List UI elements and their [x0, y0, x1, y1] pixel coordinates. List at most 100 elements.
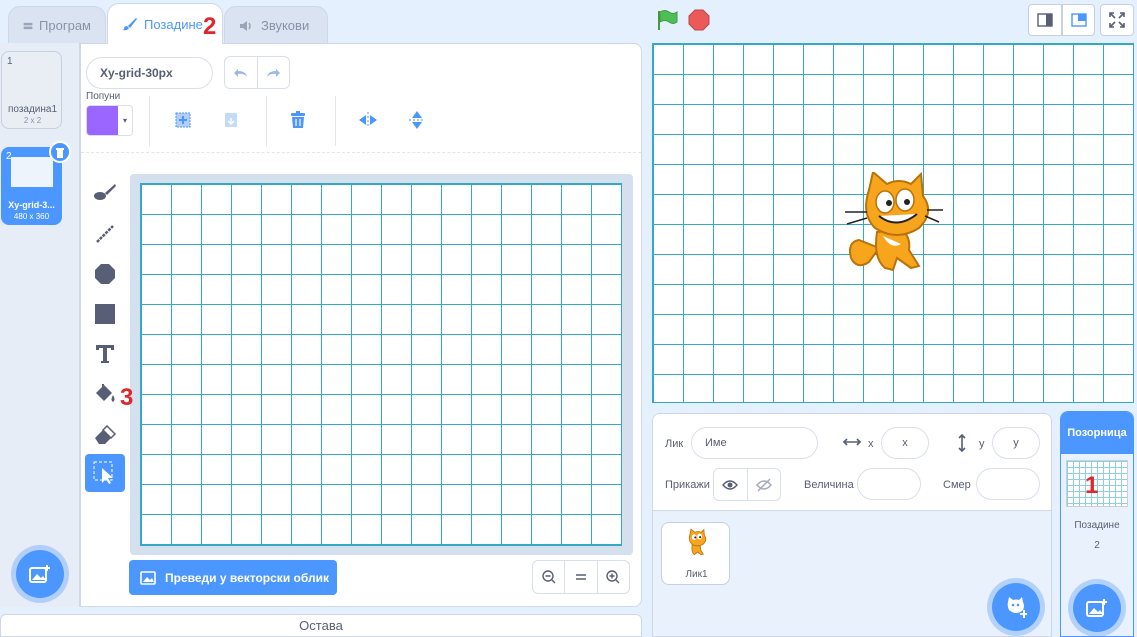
line-tool[interactable] — [85, 215, 125, 253]
rectangle-icon — [95, 304, 115, 324]
cat-sprite[interactable] — [839, 172, 944, 276]
undo-redo-group — [224, 56, 290, 89]
sprite-name-input[interactable]: Име — [691, 427, 818, 459]
costume-name: позадина1 — [7, 104, 58, 115]
sprite-item[interactable]: Лик1 — [661, 522, 730, 585]
paint-editor: Xy-grid-30px Попуни ▾ Преведи у векторск… — [80, 43, 642, 607]
convert-button-label: Преведи у векторски облик — [165, 570, 329, 585]
circle-tool[interactable] — [85, 255, 125, 293]
sprite-label: Лик — [665, 438, 684, 450]
backdrops-count: 2 — [1094, 540, 1100, 551]
backpack-label: Остава — [299, 618, 343, 633]
zoom-out-icon — [541, 570, 556, 584]
tab-backdrops-label: Позадине — [144, 16, 203, 32]
show-label: Прикажи — [665, 479, 710, 491]
size-input[interactable] — [857, 468, 921, 500]
sprite-info-panel: Лик Име x x y y Прикажи Величина Смер — [652, 413, 1052, 511]
fullscreen-button[interactable] — [1100, 4, 1134, 36]
stage-target-pane[interactable]: Позорница 1 Позадине 2 — [1060, 411, 1134, 637]
rectangle-tool[interactable] — [85, 295, 125, 333]
sprite-list: Лик1 — [652, 511, 1052, 637]
annotation-mark-3: 3 — [120, 384, 134, 411]
brush-icon — [123, 18, 137, 31]
flip-vertical-button[interactable] — [403, 106, 431, 134]
undo-button[interactable] — [225, 57, 258, 88]
green-flag-button[interactable] — [656, 9, 678, 31]
stage-title: Позорница — [1067, 427, 1127, 439]
tab-sounds[interactable]: Звукови — [224, 6, 328, 44]
direction-label: Смер — [943, 479, 971, 491]
delete-button[interactable] — [284, 106, 312, 134]
flip-vertical-icon — [409, 111, 425, 129]
tab-code[interactable]: Програм — [8, 6, 106, 44]
zoom-out-button[interactable] — [533, 561, 566, 593]
stage-title-bar: Позорница — [1061, 412, 1133, 454]
paint-bucket-icon — [96, 384, 115, 402]
large-stage-button[interactable] — [1062, 4, 1095, 36]
stage[interactable] — [652, 43, 1134, 403]
select-tool[interactable] — [85, 454, 125, 492]
x-input[interactable]: x — [881, 427, 929, 459]
choose-sprite-button[interactable] — [992, 583, 1040, 631]
circle-icon — [95, 264, 115, 284]
image-icon — [140, 570, 156, 585]
costume-list: 1 позадина1 2 x 2 2 Xy-grid-3... 480 x 3… — [0, 43, 80, 607]
equals-icon — [575, 574, 586, 580]
trash-icon — [56, 147, 64, 158]
costume-number: 1 — [7, 56, 13, 67]
costume-item-2[interactable]: 2 Xy-grid-3... 480 x 360 — [1, 141, 71, 225]
small-stage-button[interactable] — [1028, 4, 1062, 36]
backpack-bar[interactable]: Остава — [0, 614, 642, 637]
ungroup-button[interactable] — [217, 106, 245, 134]
small-stage-icon — [1037, 13, 1053, 27]
fill-color-picker[interactable]: ▾ — [86, 105, 133, 136]
flip-horizontal-button[interactable] — [354, 106, 382, 134]
trash-icon — [291, 111, 305, 128]
stop-icon — [688, 9, 710, 31]
zoom-in-icon — [606, 570, 620, 584]
zoom-controls — [532, 560, 630, 594]
fill-tool[interactable] — [85, 376, 125, 414]
paint-canvas[interactable] — [140, 183, 622, 546]
cat-thumbnail-icon — [688, 528, 707, 556]
show-sprite-button[interactable] — [714, 469, 748, 500]
text-tool[interactable] — [85, 335, 125, 373]
choose-backdrop-button[interactable] — [16, 550, 64, 598]
size-label: Величина — [804, 479, 854, 491]
zoom-in-button[interactable] — [598, 561, 629, 593]
direction-input[interactable] — [976, 468, 1040, 500]
text-icon — [96, 345, 114, 363]
large-stage-icon — [1070, 13, 1087, 27]
stop-button[interactable] — [688, 9, 710, 31]
costume-name: Xy-grid-3... — [8, 200, 55, 210]
costume-item-1[interactable]: 1 позадина1 2 x 2 — [1, 51, 62, 129]
brush-icon — [94, 184, 116, 200]
ungroup-icon — [225, 113, 237, 127]
visibility-toggle — [713, 468, 781, 501]
redo-icon — [267, 68, 281, 77]
tab-sounds-label: Звукови — [261, 18, 310, 33]
convert-to-vector-button[interactable]: Преведи у векторски облик — [129, 560, 337, 595]
delete-costume-button[interactable] — [49, 141, 71, 163]
select-arrow-icon — [93, 461, 113, 484]
costume-size: 480 x 360 — [13, 212, 50, 221]
costume-name-input[interactable]: Xy-grid-30px — [86, 57, 213, 89]
fill-label: Попуни — [86, 91, 121, 102]
y-input[interactable]: y — [992, 427, 1040, 459]
annotation-mark-2: 2 — [203, 13, 217, 40]
speaker-icon — [240, 20, 251, 31]
group-button[interactable] — [169, 106, 197, 134]
zoom-reset-button[interactable] — [565, 561, 598, 593]
paint-canvas-area — [130, 174, 633, 555]
y-label: y — [979, 438, 985, 450]
choose-stage-backdrop-button[interactable] — [1073, 584, 1121, 632]
line-icon — [96, 225, 114, 243]
tab-code-label: Програм — [39, 18, 91, 33]
x-label: x — [868, 438, 874, 450]
redo-button[interactable] — [258, 57, 290, 88]
brush-tool[interactable] — [85, 173, 125, 211]
eraser-tool[interactable] — [85, 416, 125, 454]
backdrops-label: Позадине — [1074, 520, 1120, 531]
code-icon — [23, 22, 33, 29]
hide-sprite-button[interactable] — [748, 469, 781, 500]
